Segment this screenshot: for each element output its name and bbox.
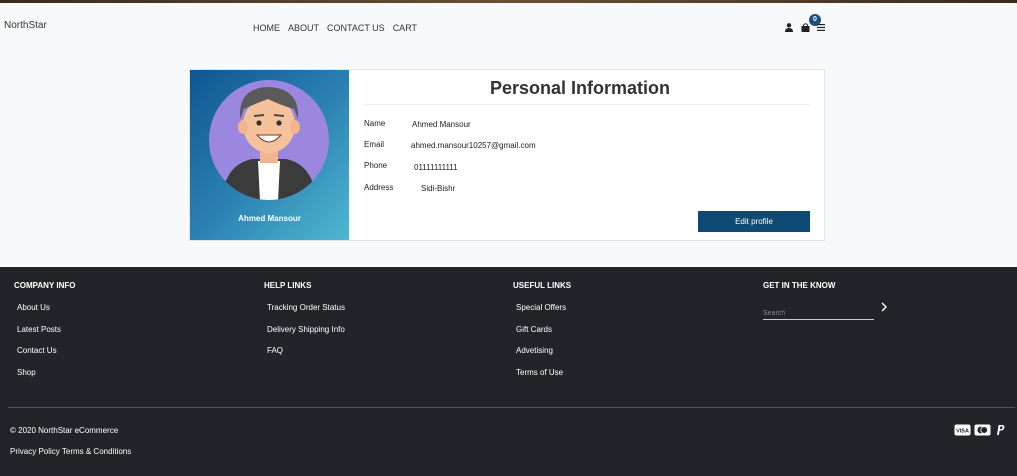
privacy-policy-link[interactable]: Privacy Policy <box>10 447 60 456</box>
company-info-heading: COMPANY INFO <box>14 281 76 290</box>
name-value: Ahmed Mansour <box>412 120 471 129</box>
nav-about[interactable]: ABOUT <box>288 23 319 33</box>
newsletter-search <box>763 302 887 320</box>
payment-methods: VISA <box>954 424 1006 436</box>
help-links-heading: HELP LINKS <box>264 281 312 290</box>
terms-conditions-link[interactable]: Terms & Conditions <box>62 447 131 456</box>
footer-link-contact-us[interactable]: Contact Us <box>17 346 75 368</box>
user-icon[interactable] <box>785 23 793 32</box>
footer-divider <box>8 407 1015 408</box>
footer-link-delivery-info[interactable]: Delivery Shipping Info <box>267 325 345 347</box>
footer-link-about-us[interactable]: About Us <box>17 303 75 325</box>
footer-link-tracking-order[interactable]: Tracking Order Status <box>267 303 345 325</box>
visa-icon: VISA <box>954 424 971 436</box>
footer-search-input[interactable] <box>763 308 874 320</box>
copyright-text: © 2020 NorthStar eCommerce <box>10 426 119 435</box>
address-value: Sidi-Bishr <box>421 184 456 193</box>
mastercard-icon <box>974 424 991 436</box>
nav-home[interactable]: HOME <box>253 23 280 33</box>
chevron-right-icon[interactable] <box>880 302 888 312</box>
email-value: ahmed.mansour10257@gmail.com <box>411 141 536 150</box>
main-nav: HOME ABOUT CONTACT US CART <box>253 23 417 33</box>
useful-links-heading: USEFUL LINKS <box>513 281 572 290</box>
site-footer: COMPANY INFO About Us Latest Posts Conta… <box>0 267 1017 476</box>
profile-card: Ahmed Mansour Personal Information Name … <box>189 69 825 241</box>
edit-profile-button[interactable]: Edit profile <box>698 211 810 232</box>
page-title: Personal Information <box>490 78 671 98</box>
footer-get-in-the-know: GET IN THE KNOW <box>763 281 835 303</box>
profile-avatar-panel: Ahmed Mansour <box>190 70 349 240</box>
footer-link-shop[interactable]: Shop <box>17 368 75 390</box>
get-in-the-know-heading: GET IN THE KNOW <box>763 281 836 290</box>
nav-contact-us[interactable]: CONTACT US <box>327 23 385 33</box>
footer-link-special-offers[interactable]: Special Offers <box>516 303 571 325</box>
footer-link-terms-of-use[interactable]: Terms of Use <box>516 368 571 390</box>
footer-help-links: HELP LINKS Tracking Order Status Deliver… <box>264 281 345 368</box>
footer-link-latest-posts[interactable]: Latest Posts <box>17 325 75 347</box>
phone-label: Phone <box>364 161 388 170</box>
address-label: Address <box>364 183 394 192</box>
email-label: Email <box>364 140 385 149</box>
top-accent-bar <box>0 0 1017 3</box>
nav-cart[interactable]: CART <box>393 23 417 33</box>
phone-value: 01111111111 <box>414 163 458 172</box>
shopping-bag-icon[interactable] <box>801 23 810 32</box>
footer-link-gift-cards[interactable]: Gift Cards <box>516 325 571 347</box>
title-divider <box>365 104 810 105</box>
name-label: Name <box>364 119 386 128</box>
footer-link-faq[interactable]: FAQ <box>267 346 345 368</box>
menu-icon[interactable] <box>817 24 825 31</box>
avatar <box>209 80 329 200</box>
header-actions: 0 <box>785 14 835 37</box>
footer-company-info: COMPANY INFO About Us Latest Posts Conta… <box>14 281 75 389</box>
svg-text:VISA: VISA <box>956 428 969 434</box>
avatar-name: Ahmed Mansour <box>238 214 301 223</box>
paypal-icon <box>997 425 1005 435</box>
footer-useful-links: USEFUL LINKS Special Offers Gift Cards A… <box>513 281 571 389</box>
legal-links: Privacy Policy Terms & Conditions <box>10 447 131 456</box>
footer-link-advertising[interactable]: Advetising <box>516 346 571 368</box>
brand-logo[interactable]: NorthStar <box>4 20 47 31</box>
